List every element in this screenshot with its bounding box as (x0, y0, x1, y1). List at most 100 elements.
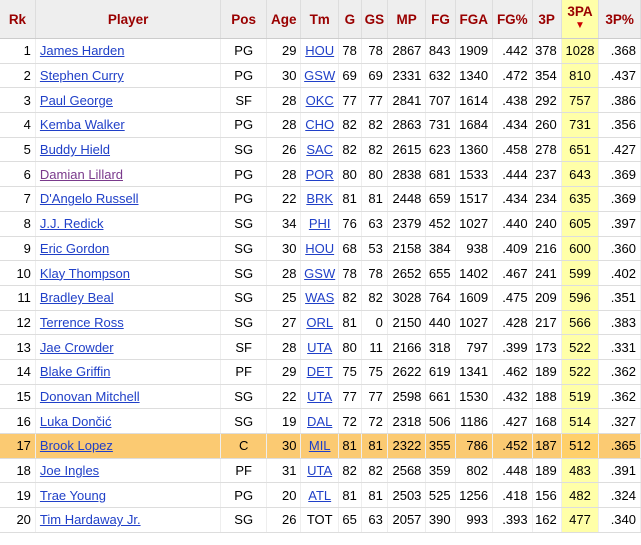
team-link[interactable]: POR (306, 167, 334, 182)
player-link[interactable]: James Harden (40, 43, 125, 58)
cell-tm: HOU (300, 236, 339, 262)
player-link[interactable]: Trae Young (40, 488, 106, 503)
col-header-tm[interactable]: Tm (300, 0, 339, 39)
team-link[interactable]: DAL (307, 414, 332, 429)
col-header-fga[interactable]: FGA (455, 0, 494, 39)
col-header-g[interactable]: G (338, 0, 362, 39)
cell-age: 34 (266, 211, 302, 237)
team-link[interactable]: UTA (307, 389, 332, 404)
cell-fg-pct: .442 (492, 38, 533, 64)
cell-tm: HOU (300, 38, 339, 64)
col-header-gs[interactable]: GS (361, 0, 388, 39)
team-link[interactable]: SAC (306, 142, 333, 157)
cell-fga: 786 (455, 433, 494, 459)
cell-fg-pct: .452 (492, 433, 533, 459)
player-link[interactable]: Paul George (40, 93, 113, 108)
cell-player: Stephen Curry (35, 63, 222, 89)
player-link[interactable]: Damian Lillard (40, 167, 123, 182)
player-link[interactable]: J.J. Redick (40, 216, 104, 231)
team-link[interactable]: UTA (307, 463, 332, 478)
col-header-player[interactable]: Player (35, 0, 222, 39)
team-link[interactable]: ATL (308, 488, 331, 503)
player-link[interactable]: Blake Griffin (40, 364, 111, 379)
cell-pos: SF (220, 334, 268, 360)
cell-g: 78 (338, 260, 362, 286)
cell-3p-pct: .331 (598, 334, 641, 360)
team-link[interactable]: ORL (306, 315, 333, 330)
col-header-3pa[interactable]: 3PA ▼ (561, 0, 600, 39)
team-link[interactable]: WAS (305, 290, 334, 305)
cell-fg-pct: .428 (492, 310, 533, 336)
player-link[interactable]: Jae Crowder (40, 340, 114, 355)
cell-pos: PG (220, 38, 268, 64)
cell-g: 75 (338, 359, 362, 385)
col-header-fg-pct[interactable]: FG% (492, 0, 533, 39)
player-link[interactable]: Buddy Hield (40, 142, 110, 157)
cell-3pa: 512 (561, 433, 600, 459)
col-header-3p[interactable]: 3P (532, 0, 562, 39)
table-row: 15 Donovan Mitchell SG 22 UTA 77 77 2598 661 1530… (0, 384, 641, 410)
cell-fga: 1530 (455, 384, 494, 410)
team-link[interactable]: DET (307, 364, 333, 379)
team-link[interactable]: HOU (305, 43, 334, 58)
cell-fga: 993 (455, 507, 494, 533)
team-link[interactable]: PHI (309, 216, 331, 231)
player-link[interactable]: Brook Lopez (40, 438, 113, 453)
team-link[interactable]: GSW (304, 68, 335, 83)
team-link[interactable]: CHO (305, 117, 334, 132)
cell-3p-pct: .324 (598, 482, 641, 509)
cell-mp: 2150 (387, 310, 427, 336)
player-link[interactable]: Eric Gordon (40, 241, 109, 256)
player-link[interactable]: Tim Hardaway Jr. (40, 512, 141, 527)
cell-age: 30 (266, 236, 302, 262)
table-row: 11 Bradley Beal SG 25 WAS 82 82 3028 764 1609.475… (0, 285, 641, 311)
table-row: 14 Blake Griffin PF 29 DET 75 75 2622 619 1341.46… (0, 359, 641, 385)
player-link[interactable]: Joe Ingles (40, 463, 99, 478)
player-link[interactable]: Stephen Curry (40, 68, 124, 83)
cell-fg-pct: .393 (492, 507, 533, 533)
cell-g: 81 (338, 310, 362, 336)
cell-fga: 1340 (455, 63, 494, 89)
cell-3p-pct: .362 (598, 384, 641, 410)
cell-3p: 354 (532, 63, 562, 89)
cell-player: Bradley Beal (35, 285, 222, 311)
cell-gs: 81 (361, 186, 388, 212)
team-link[interactable]: UTA (307, 340, 332, 355)
cell-3pa: 483 (561, 458, 600, 484)
cell-3p: 234 (532, 186, 562, 212)
col-header-3p-pct[interactable]: 3P% (598, 0, 641, 39)
col-header-rk[interactable]: Rk (0, 0, 36, 39)
player-link[interactable]: Klay Thompson (40, 266, 130, 281)
player-link[interactable]: Donovan Mitchell (40, 389, 140, 404)
player-link[interactable]: Luka Dončić (40, 414, 112, 429)
cell-3p: 216 (532, 236, 562, 262)
team-link[interactable]: MIL (309, 438, 331, 453)
col-header-pos[interactable]: Pos (220, 0, 268, 39)
col-header-fg[interactable]: FG (425, 0, 456, 39)
col-header-mp[interactable]: MP (387, 0, 427, 39)
player-link[interactable]: Terrence Ross (40, 315, 124, 330)
cell-tm: UTA (300, 384, 339, 410)
table-row: 13 Jae Crowder SF 28 UTA 80 11 2166 318 797.399 17… (0, 334, 641, 360)
team-link[interactable]: HOU (305, 241, 334, 256)
cell-fg-pct: .472 (492, 63, 533, 89)
cell-rk: 17 (0, 433, 36, 459)
player-link[interactable]: Kemba Walker (40, 117, 125, 132)
cell-fg: 623 (425, 137, 456, 163)
table-row: 9 Eric Gordon SG 30 HOU 68 53 2158 384 938.409 216… (0, 236, 641, 262)
cell-age: 30 (266, 63, 302, 89)
player-link[interactable]: D'Angelo Russell (40, 191, 139, 206)
cell-fg-pct: .438 (492, 87, 533, 114)
cell-player: J.J. Redick (35, 211, 222, 237)
team-link[interactable]: GSW (304, 266, 335, 281)
cell-gs: 63 (361, 211, 388, 237)
player-link[interactable]: Bradley Beal (40, 290, 114, 305)
cell-fg-pct: .462 (492, 359, 533, 385)
cell-fg-pct: .434 (492, 186, 533, 212)
cell-mp: 2615 (387, 137, 427, 163)
cell-pos: PG (220, 63, 268, 89)
table-row: 10 Klay Thompson SG 28 GSW 78 78 2652 655 1402.46… (0, 260, 641, 286)
team-link[interactable]: BRK (306, 191, 333, 206)
col-header-age[interactable]: Age (266, 0, 302, 39)
team-link[interactable]: OKC (306, 93, 334, 108)
